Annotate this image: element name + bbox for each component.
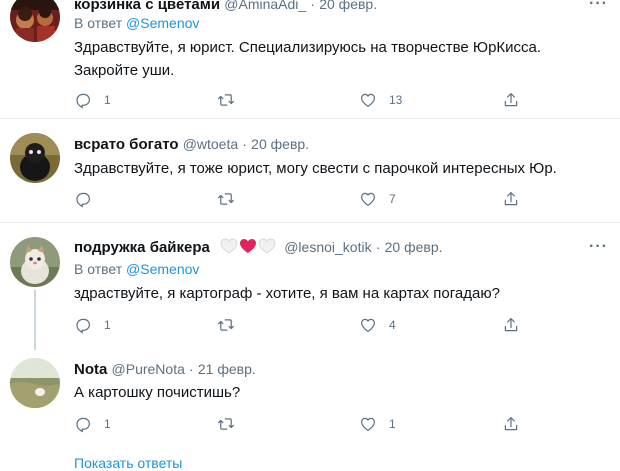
author-name[interactable]: подружка байкера — [74, 239, 210, 256]
share-icon — [504, 318, 518, 332]
action-bar: 1 13 — [74, 90, 534, 110]
tweet-2[interactable]: всрато богато @wtoeta · 20 февр. Здравст… — [0, 119, 620, 219]
tweet-4[interactable]: Nota @PureNota · 21 февр. А картошку поч… — [0, 350, 620, 450]
tweet-text: Здравствуйте, я тоже юрист, могу свести … — [74, 160, 557, 177]
share-button[interactable] — [502, 90, 520, 110]
avatar-image — [10, 237, 60, 287]
reply-button[interactable]: 1 — [74, 90, 111, 110]
heart-icon — [361, 417, 375, 431]
avatar-image — [10, 0, 60, 42]
show-replies-link[interactable]: Показать ответы — [74, 455, 182, 471]
like-button[interactable]: 13 — [359, 90, 402, 110]
tweet-text: здраствуйте, я картограф - хотите, я вам… — [74, 285, 500, 302]
share-button[interactable] — [502, 189, 520, 209]
reply-button[interactable] — [74, 189, 104, 209]
action-bar: 7 — [74, 189, 534, 209]
like-button[interactable]: 7 — [359, 189, 396, 209]
retweet-icon — [218, 94, 234, 106]
action-bar: 1 4 — [74, 315, 534, 335]
separator: · — [189, 361, 194, 377]
author-handle[interactable]: @wtoeta — [183, 136, 238, 152]
share-button[interactable] — [502, 315, 520, 335]
retweet-icon — [218, 418, 234, 430]
like-count: 13 — [389, 93, 403, 107]
like-count: 1 — [389, 417, 396, 431]
heart-icon — [361, 318, 375, 332]
retweet-button[interactable] — [217, 414, 247, 434]
retweet-icon — [218, 319, 234, 331]
action-bar: 1 1 — [74, 414, 534, 434]
share-icon — [504, 417, 518, 431]
share-button[interactable] — [502, 414, 520, 434]
mention-link[interactable]: @Semenov — [126, 261, 199, 277]
avatar-image — [10, 133, 60, 183]
author-name[interactable]: всрато богато — [74, 136, 179, 153]
reply-button[interactable]: 1 — [74, 315, 111, 335]
reply-count: 1 — [104, 417, 111, 431]
like-count: 4 — [389, 318, 396, 332]
mention-link[interactable]: @Semenov — [126, 15, 199, 31]
reply-context: В ответ @Semenov — [74, 259, 199, 279]
more-icon[interactable]: ··· — [589, 239, 608, 255]
avatar-image — [10, 358, 60, 408]
tweet-date[interactable]: 21 февр. — [198, 361, 256, 377]
reply-icon — [76, 93, 90, 109]
retweet-button[interactable] — [217, 90, 247, 110]
author-handle[interactable]: @AminaAdi_ — [224, 0, 306, 12]
retweet-button[interactable] — [217, 189, 247, 209]
share-icon — [504, 192, 518, 206]
reply-icon — [76, 192, 90, 208]
tweet-date[interactable]: 20 февр. — [251, 136, 309, 152]
tweet-1[interactable]: корзинка с цветами @AminaAdi_ · 20 февр.… — [0, 0, 620, 110]
reply-context: В ответ @Semenov — [74, 13, 199, 33]
reply-count: 1 — [104, 318, 111, 332]
avatar[interactable] — [10, 0, 60, 42]
avatar[interactable] — [10, 237, 60, 287]
heart-icon — [361, 192, 375, 206]
more-icon[interactable]: ··· — [589, 0, 608, 12]
separator: · — [242, 136, 247, 152]
tweet-text: Здравствуйте, я юрист. Специализируюсь н… — [74, 39, 542, 79]
tweet-date[interactable]: 20 февр. — [385, 239, 443, 255]
tweet-date[interactable]: 20 февр. — [319, 0, 377, 12]
avatar[interactable] — [10, 358, 60, 408]
heart-icon — [361, 93, 375, 107]
reply-icon — [76, 318, 90, 334]
reply-count: 1 — [104, 93, 111, 107]
like-button[interactable]: 1 — [359, 414, 396, 434]
reply-prefix: В ответ — [74, 15, 123, 31]
retweet-icon — [218, 193, 234, 205]
separator: · — [310, 0, 316, 12]
heart-emoji-icon — [220, 238, 276, 254]
author-name[interactable]: Nota — [74, 361, 107, 378]
like-button[interactable]: 4 — [359, 315, 396, 335]
tweet-text: А картошку почистишь? — [74, 384, 241, 401]
tweet-3[interactable]: подружка байкера @lesnoi_kotik · 20 февр… — [0, 223, 620, 343]
author-handle[interactable]: @lesnoi_kotik — [284, 239, 371, 255]
share-icon — [504, 93, 518, 107]
reply-button[interactable]: 1 — [74, 414, 111, 434]
separator: · — [375, 239, 381, 255]
author-name[interactable]: корзинка с цветами — [74, 0, 220, 13]
reply-icon — [76, 417, 90, 433]
like-count: 7 — [389, 192, 396, 206]
name-emoji-hearts — [220, 238, 276, 260]
reply-prefix: В ответ — [74, 261, 123, 277]
retweet-button[interactable] — [217, 315, 247, 335]
author-handle[interactable]: @PureNota — [112, 361, 185, 377]
avatar[interactable] — [10, 133, 60, 183]
